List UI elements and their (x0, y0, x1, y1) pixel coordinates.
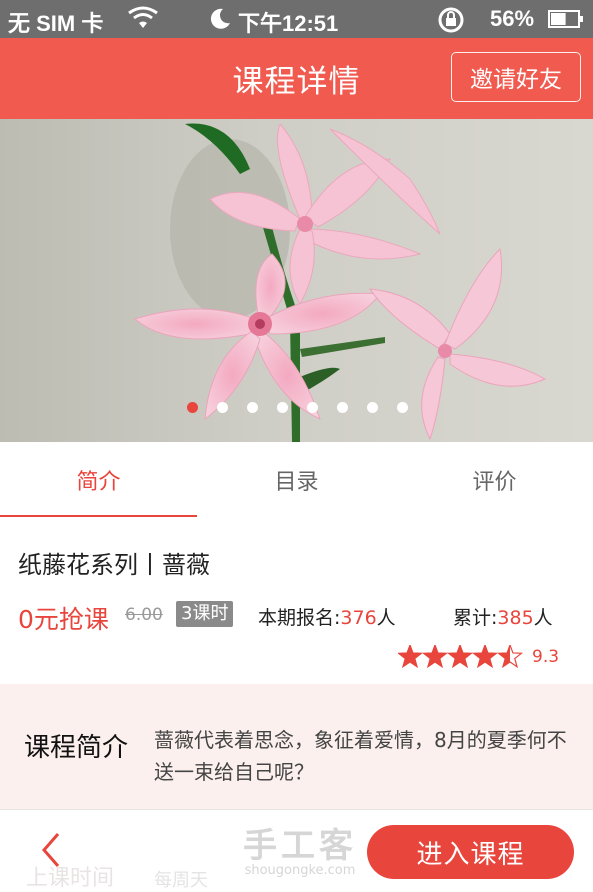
status-bar: 无 SIM 卡 下午12:51 56% (0, 0, 593, 38)
carousel-dot[interactable] (307, 402, 318, 413)
total-unit: 人 (533, 607, 553, 629)
enroll-unit: 人 (376, 607, 396, 629)
star-icon (398, 645, 422, 667)
carousel-dot[interactable] (187, 402, 198, 413)
carousel-dots (0, 402, 593, 418)
invite-friends-button[interactable]: 邀请好友 (451, 52, 581, 102)
carrier-label: 无 SIM 卡 (8, 11, 104, 36)
battery-percent: 56% (490, 6, 535, 31)
price: 0元抢课 (18, 605, 109, 634)
course-intro-section: 课程简介 蔷薇代表着思念，象征着爱情，8月的夏季何不送一束给自己呢？ (0, 684, 593, 809)
flower-photo (133, 123, 547, 442)
carousel-dot[interactable] (277, 402, 288, 413)
nav-bar: 课程详情 邀请好友 (0, 38, 593, 119)
star-icon (448, 645, 472, 667)
bottom-bar: 上课时间 每周天 手工客 shougongke.com 进入课程 (0, 809, 593, 891)
star-icon (423, 645, 447, 667)
rotation-lock-icon (438, 7, 464, 33)
tab-reviews[interactable]: 评价 (396, 442, 593, 517)
tab-catalog[interactable]: 目录 (198, 442, 395, 517)
battery-icon (548, 10, 583, 28)
moon-icon (210, 8, 230, 29)
lesson-count-badge: 3课时 (176, 601, 234, 627)
clock-time: 下午12:51 (238, 11, 339, 36)
wifi-icon (128, 6, 158, 28)
total-number: 385 (497, 607, 534, 629)
schedule-value: 每周天 (154, 870, 208, 891)
total-count: 累计:385人 (453, 603, 553, 630)
hero-image-carousel[interactable] (0, 119, 593, 442)
course-info-card: 纸藤花系列丨蔷薇 0元抢课 6.00 3课时 本期报名:376人 累计:385人… (0, 517, 593, 685)
original-price: 6.00 (125, 605, 163, 625)
rating-score: 9.3 (532, 647, 560, 667)
watermark: 手工客 shougongke.com (230, 818, 370, 878)
carousel-dot[interactable] (247, 402, 258, 413)
enroll-label: 本期报名: (258, 607, 341, 629)
course-title: 纸藤花系列丨蔷薇 (18, 551, 210, 579)
carousel-dot[interactable] (367, 402, 378, 413)
star-icon (473, 645, 497, 667)
intro-text: 蔷薇代表着思念，象征着爱情，8月的夏季何不送一束给自己呢？ (154, 728, 567, 784)
enter-course-button[interactable]: 进入课程 (367, 825, 574, 879)
watermark-main: 手工客 (243, 826, 357, 866)
enroll-count: 本期报名:376人 (258, 603, 396, 630)
enroll-number: 376 (340, 607, 377, 629)
tab-intro[interactable]: 简介 (0, 442, 197, 518)
tab-bar: 简介 目录 评价 (0, 442, 593, 518)
total-label: 累计: (453, 607, 498, 629)
rating-stars (398, 645, 524, 669)
intro-label: 课程简介 (24, 733, 129, 763)
schedule-label: 上课时间 (26, 866, 115, 891)
watermark-sub: shougongke.com (244, 863, 356, 878)
carousel-dot[interactable] (337, 402, 348, 413)
carousel-dot[interactable] (217, 402, 228, 413)
carousel-dot[interactable] (397, 402, 408, 413)
